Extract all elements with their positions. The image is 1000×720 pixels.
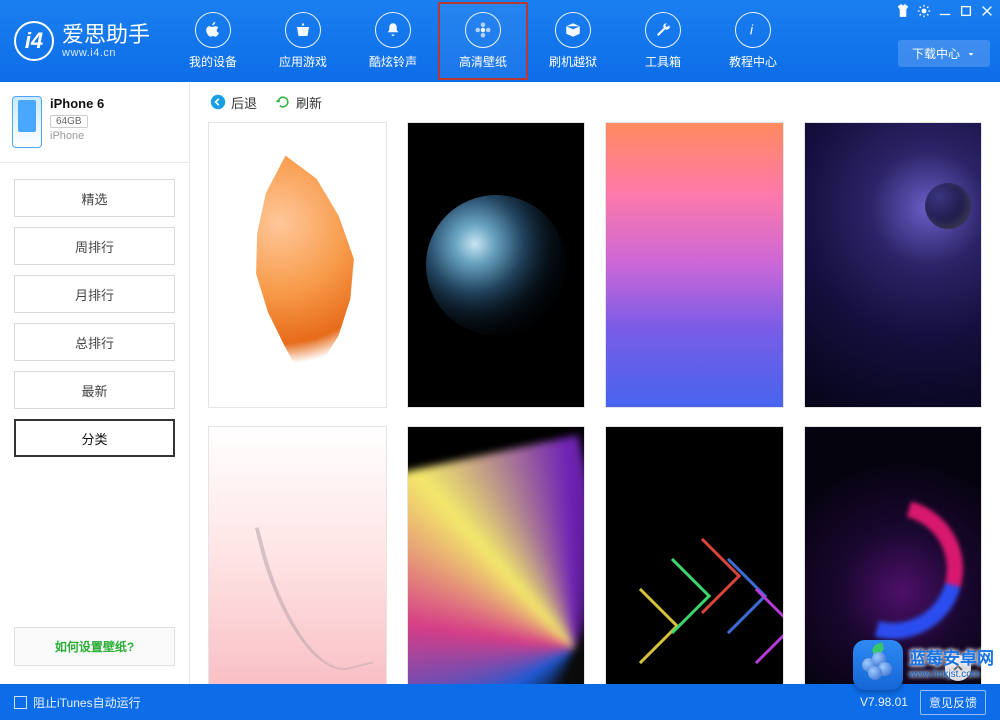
sidebar-nav: 精选 周排行 月排行 总排行 最新 分类 [0, 163, 189, 473]
content-area: 后退 刷新 [190, 82, 1000, 684]
app-name-cn: 爱思助手 [62, 23, 150, 46]
app-logo: i4 爱思助手 www.i4.cn [14, 21, 150, 61]
status-bar: 阻止iTunes自动运行 V7.98.01 意见反馈 [0, 684, 1000, 720]
wallpaper-thumb[interactable] [804, 122, 983, 408]
nav-tutorials[interactable]: i 教程中心 [708, 2, 798, 80]
wallpaper-thumb[interactable] [208, 122, 387, 408]
content-toolbar: 后退 刷新 [190, 82, 1000, 122]
chevron-up-icon [952, 662, 964, 674]
sidebar-item-week-rank[interactable]: 周排行 [14, 227, 175, 265]
sidebar-item-categories[interactable]: 分类 [14, 419, 175, 457]
device-name: iPhone 6 [50, 96, 104, 111]
store-icon [285, 12, 321, 48]
app-header: i4 爱思助手 www.i4.cn 我的设备 应用游戏 酷炫铃声 高清壁纸 刷机… [0, 0, 1000, 82]
wrench-icon [645, 12, 681, 48]
wallpaper-thumb[interactable] [605, 426, 784, 684]
device-type: iPhone [50, 130, 104, 142]
sidebar: iPhone 6 64GB iPhone 精选 周排行 月排行 总排行 最新 分… [0, 82, 190, 684]
bell-icon [375, 12, 411, 48]
device-storage: 64GB [50, 115, 88, 128]
sidebar-item-total-rank[interactable]: 总排行 [14, 323, 175, 361]
version-label: V7.98.01 [860, 695, 908, 709]
settings-icon[interactable] [917, 4, 931, 18]
download-icon [966, 49, 976, 59]
page-indicator: 第16页 [927, 683, 973, 684]
feedback-button[interactable]: 意见反馈 [920, 690, 986, 715]
help-set-wallpaper[interactable]: 如何设置壁纸? [14, 627, 175, 666]
window-controls [896, 4, 994, 18]
nav-app-games[interactable]: 应用游戏 [258, 2, 348, 80]
scroll-top-button[interactable] [945, 655, 971, 681]
wallpaper-thumb[interactable] [605, 122, 784, 408]
nav-my-device[interactable]: 我的设备 [168, 2, 258, 80]
wallpaper-grid: 第16页 [190, 122, 1000, 684]
nav-toolbox[interactable]: 工具箱 [618, 2, 708, 80]
back-icon [210, 94, 226, 110]
sidebar-item-featured[interactable]: 精选 [14, 179, 175, 217]
nav-ringtones[interactable]: 酷炫铃声 [348, 2, 438, 80]
maximize-icon[interactable] [959, 4, 973, 18]
shirt-icon[interactable] [896, 4, 910, 18]
flower-icon [465, 12, 501, 48]
nav-flash-jailbreak[interactable]: 刷机越狱 [528, 2, 618, 80]
close-icon[interactable] [980, 4, 994, 18]
refresh-button[interactable]: 刷新 [275, 93, 322, 112]
apple-icon [195, 12, 231, 48]
device-block[interactable]: iPhone 6 64GB iPhone [0, 82, 189, 163]
download-center-button[interactable]: 下载中心 [898, 40, 990, 67]
minimize-icon[interactable] [938, 4, 952, 18]
app-name-en: www.i4.cn [62, 47, 150, 59]
wallpaper-thumb[interactable] [407, 426, 586, 684]
nav-wallpapers[interactable]: 高清壁纸 [438, 2, 528, 80]
info-icon: i [735, 12, 771, 48]
device-icon [12, 96, 42, 148]
svg-text:i: i [750, 23, 754, 38]
main-area: iPhone 6 64GB iPhone 精选 周排行 月排行 总排行 最新 分… [0, 82, 1000, 684]
wallpaper-thumb[interactable] [208, 426, 387, 684]
back-button[interactable]: 后退 [210, 93, 257, 112]
wallpaper-thumb[interactable] [407, 122, 586, 408]
refresh-icon [275, 94, 291, 110]
sidebar-item-latest[interactable]: 最新 [14, 371, 175, 409]
wallpaper-thumb[interactable]: 第16页 [804, 426, 983, 684]
box-icon [555, 12, 591, 48]
main-nav: 我的设备 应用游戏 酷炫铃声 高清壁纸 刷机越狱 工具箱 i 教程中心 [168, 2, 798, 80]
block-itunes-checkbox[interactable] [14, 696, 27, 709]
sidebar-item-month-rank[interactable]: 月排行 [14, 275, 175, 313]
block-itunes-label: 阻止iTunes自动运行 [33, 694, 141, 711]
logo-icon: i4 [14, 21, 54, 61]
